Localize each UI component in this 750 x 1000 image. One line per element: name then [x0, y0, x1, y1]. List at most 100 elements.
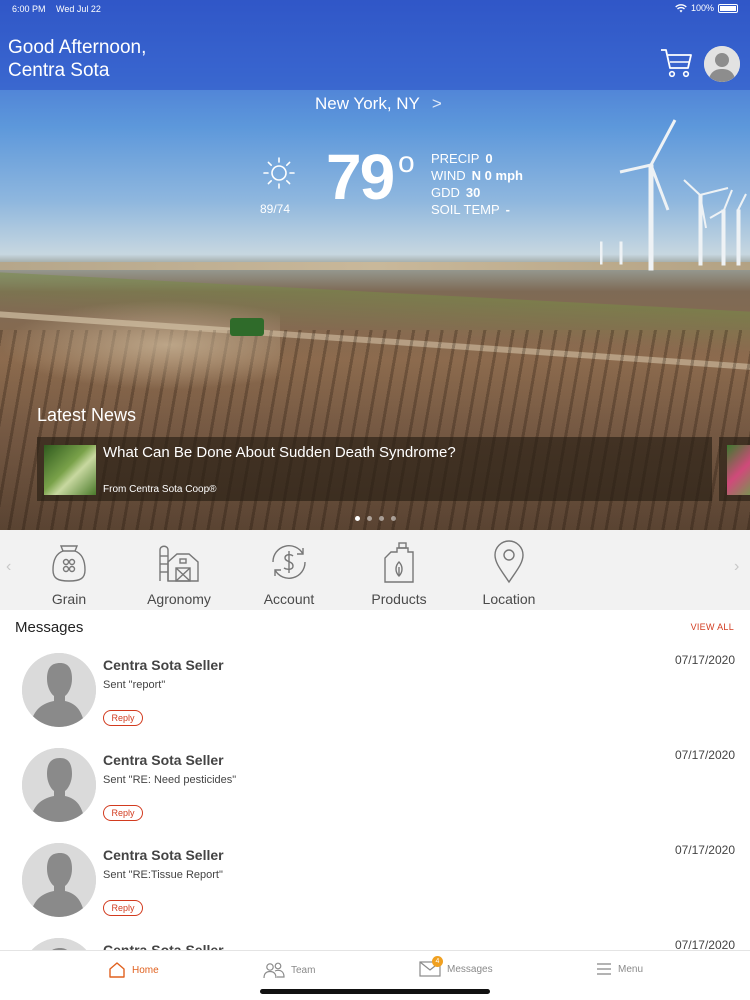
quick-nav-products[interactable]: Products	[354, 540, 444, 607]
news-source: From Centra Sota Coop®	[103, 484, 217, 495]
message-sender: Centra Sota Seller	[103, 847, 224, 863]
stat-label: WIND	[431, 168, 466, 183]
greeting: Good Afternoon, Centra Sota	[8, 36, 146, 82]
quick-nav-grain[interactable]: Grain	[24, 540, 114, 607]
tab-label: Messages	[447, 963, 493, 975]
carousel-dot[interactable]	[367, 516, 372, 521]
status-time: 6:00 PM	[12, 4, 46, 14]
temperature-high-low: 89/74	[260, 202, 291, 216]
reply-button[interactable]: Reply	[103, 805, 143, 821]
stat-precip: PRECIP 0	[431, 150, 523, 167]
wifi-icon	[675, 3, 687, 12]
news-card-next[interactable]	[719, 437, 750, 501]
quick-nav-agronomy[interactable]: Agronomy	[134, 540, 224, 607]
message-date: 07/17/2020	[674, 843, 735, 857]
latest-news-heading: Latest News	[37, 405, 137, 425]
messages-heading: Messages	[15, 619, 84, 636]
grain-bag-icon	[52, 545, 86, 582]
degree-symbol: o	[398, 146, 415, 179]
stat-value: -	[505, 202, 510, 217]
person-silhouette-icon	[22, 653, 96, 727]
weather-stats: PRECIP 0 WIND N 0 mph GDD 30 SOIL TEMP -	[431, 150, 523, 218]
status-bar: 6:00 PM Wed Jul 22 100%	[0, 0, 750, 18]
stat-soil-temp: SOIL TEMP -	[431, 201, 523, 218]
unread-badge: 4	[432, 956, 443, 967]
quick-nav-label: Grain	[51, 591, 87, 607]
stat-wind: WIND N 0 mph	[431, 167, 523, 184]
stat-value: N 0 mph	[471, 168, 523, 183]
reply-button[interactable]: Reply	[103, 900, 143, 916]
wind-turbines-image	[600, 119, 747, 271]
person-silhouette-icon	[22, 843, 96, 917]
carousel-dot[interactable]	[391, 516, 396, 521]
stat-label: PRECIP	[431, 151, 480, 166]
message-item[interactable]: Centra Sota Seller Sent "RE:Tissue Repor…	[0, 843, 750, 938]
person-silhouette-icon	[22, 748, 96, 822]
hamburger-icon	[597, 963, 611, 975]
tab-label: Menu	[618, 963, 644, 975]
message-preview: Sent "report"	[103, 679, 166, 691]
message-item[interactable]: Centra Sota Seller Sent "RE: Need pestic…	[0, 748, 750, 843]
view-all-link[interactable]: VIEW ALL	[691, 622, 734, 632]
quick-nav-label: Products	[371, 591, 427, 607]
carousel-dot[interactable]	[355, 516, 360, 521]
message-date: 07/17/2020	[674, 653, 735, 667]
avatar	[22, 843, 96, 917]
location-selector[interactable]: New York, NY >	[315, 94, 442, 114]
app-screen: 6:00 PM Wed Jul 22 100% Good Afternoon, …	[0, 0, 750, 1000]
tab-home[interactable]: Home	[108, 961, 159, 979]
chevron-right-icon: >	[431, 94, 442, 113]
quick-nav-location[interactable]: Location	[464, 540, 554, 607]
stat-gdd: GDD 30	[431, 184, 523, 201]
current-temperature: 79	[326, 141, 395, 213]
barn-silo-icon	[159, 545, 199, 582]
quick-nav-label: Agronomy	[147, 591, 211, 607]
sunny-icon	[263, 157, 295, 189]
chevron-left-icon[interactable]: ‹	[6, 558, 11, 576]
news-headline: What Can Be Done About Sudden Death Synd…	[103, 444, 456, 461]
quick-nav-account[interactable]: Account	[244, 540, 334, 607]
tab-team[interactable]: Team	[263, 961, 315, 979]
status-date: Wed Jul 22	[56, 4, 101, 14]
message-preview: Sent "RE:Tissue Report"	[103, 869, 223, 881]
avatar	[22, 653, 96, 727]
cart-icon[interactable]	[660, 46, 694, 80]
quick-nav-label: Location	[482, 591, 536, 607]
carousel-page-dots[interactable]	[355, 516, 396, 521]
tab-menu[interactable]: Menu	[596, 961, 643, 977]
quick-nav-bar: ‹ › Grain Agronomy Account Products Loca…	[0, 530, 750, 610]
quick-nav-label: Account	[263, 591, 315, 607]
home-icon	[109, 962, 125, 978]
message-sender: Centra Sota Seller	[103, 752, 224, 768]
reply-button[interactable]: Reply	[103, 710, 143, 726]
stat-label: SOIL TEMP	[431, 202, 500, 217]
tractor-dust	[0, 300, 280, 390]
avatar	[22, 748, 96, 822]
message-item[interactable]: Centra Sota Seller Sent "report" 07/17/2…	[0, 653, 750, 748]
battery-percent: 100%	[690, 3, 714, 13]
news-card[interactable]: What Can Be Done About Sudden Death Synd…	[37, 437, 712, 501]
stat-label: GDD	[431, 185, 460, 200]
person-silhouette-icon	[704, 46, 740, 82]
jug-icon	[384, 542, 414, 583]
stat-value: 30	[465, 185, 481, 200]
greeting-line-1: Good Afternoon,	[8, 37, 147, 58]
dollar-cycle-icon	[272, 545, 306, 579]
tractor-image	[230, 318, 264, 336]
carousel-dot[interactable]	[379, 516, 384, 521]
message-preview: Sent "RE: Need pesticides"	[103, 774, 237, 786]
team-icon	[263, 962, 285, 979]
message-date: 07/17/2020	[674, 748, 735, 762]
map-pin-icon	[494, 540, 524, 584]
greeting-line-2: Centra Sota	[8, 60, 110, 81]
news-thumbnail	[727, 445, 750, 495]
battery-icon	[718, 3, 738, 13]
tab-messages[interactable]: 4 Messages	[419, 956, 493, 977]
hero-weather-banner: 6:00 PM Wed Jul 22 100% Good Afternoon, …	[0, 0, 750, 530]
location-name: New York, NY	[315, 94, 420, 113]
profile-avatar[interactable]	[704, 46, 740, 82]
stat-value: 0	[485, 151, 493, 166]
tab-label: Home	[132, 964, 159, 976]
home-indicator[interactable]	[260, 989, 490, 994]
chevron-right-icon[interactable]: ›	[734, 558, 739, 576]
